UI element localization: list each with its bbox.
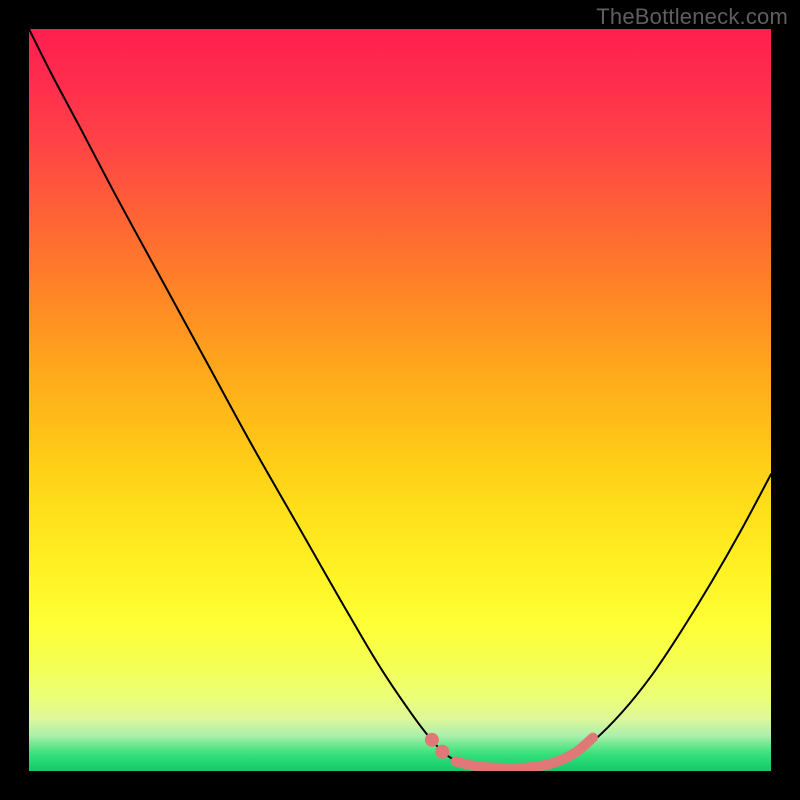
highlight-dot bbox=[425, 733, 439, 747]
chart-frame: TheBottleneck.com bbox=[0, 0, 800, 800]
highlight-dot bbox=[435, 745, 449, 759]
bottleneck-chart bbox=[29, 29, 771, 771]
watermark-text: TheBottleneck.com bbox=[596, 4, 788, 30]
chart-background bbox=[29, 29, 771, 771]
plot-area bbox=[29, 29, 771, 771]
